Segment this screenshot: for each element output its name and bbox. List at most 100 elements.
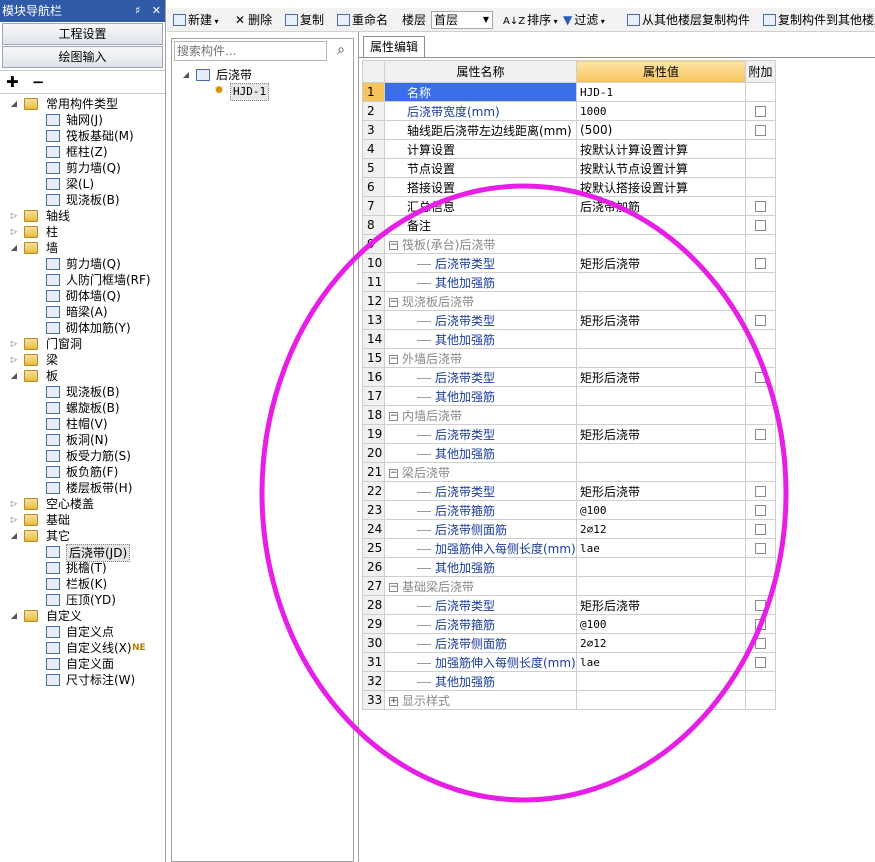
extra-checkbox[interactable] [755,429,766,440]
tree-item[interactable]: 挑檐(T) [0,560,165,576]
tree-item[interactable]: 柱帽(V) [0,416,165,432]
property-row[interactable]: 3 轴线距后浇带左边线距离(mm) (500) [362,120,776,140]
property-value[interactable] [576,557,746,577]
copy-from-floor-button[interactable]: 从其他楼层复制构件 [627,11,750,29]
property-value[interactable]: lae [576,538,746,558]
pin-icon[interactable]: ♯ [135,4,140,17]
property-row[interactable]: 2 后浇带宽度(mm) 1000 [362,101,776,121]
tree-item[interactable]: 人防门框墙(RF) [0,272,165,288]
property-value[interactable] [576,405,746,425]
property-row[interactable]: 19 后浇带类型 矩形后浇带 [362,424,776,444]
property-value[interactable]: 2⌀12 [576,633,746,653]
property-value[interactable]: 矩形后浇带 [576,481,746,501]
property-row[interactable]: 5 节点设置 按默认节点设置计算 [362,158,776,178]
tree-item[interactable]: 现浇板(B) [0,192,165,208]
property-row[interactable]: 28 后浇带类型 矩形后浇带 [362,595,776,615]
filter-button[interactable]: ▼ 过滤 ▾ [563,11,605,29]
property-row[interactable]: 12− 现浇板后浇带 [362,291,776,311]
tree-item[interactable]: 自定义面 [0,656,165,672]
collapse-icon[interactable]: ◢ [182,67,190,83]
copy-to-floor-button[interactable]: 复制构件到其他楼层 [763,11,875,29]
extra-cell[interactable] [745,519,776,539]
collapse-icon[interactable]: − [389,582,398,592]
tree-folder[interactable]: ▷ 门窗洞 [0,336,165,352]
property-value[interactable] [576,329,746,349]
collapse-icon[interactable]: ◢ [10,96,18,112]
extra-checkbox[interactable] [755,258,766,269]
expand-icon[interactable]: ▷ [10,336,18,352]
extra-cell[interactable] [745,367,776,387]
property-row[interactable]: 24 后浇带侧面筋 2⌀12 [362,519,776,539]
property-value[interactable]: lae [576,652,746,672]
property-value[interactable] [576,291,746,311]
component-item[interactable]: ✹ HJD-1 [172,83,353,101]
tree-item[interactable]: 后浇带(JD) [0,544,165,562]
property-row[interactable]: 31 加强筋伸入每侧长度(mm) lae [362,652,776,672]
property-value[interactable]: 1000 [576,101,746,121]
tree-folder[interactable]: ▷ 柱 [0,224,165,240]
extra-checkbox[interactable] [755,372,766,383]
property-value[interactable] [576,348,746,368]
extra-checkbox[interactable] [755,106,766,117]
property-row[interactable]: 20 其他加强筋 [362,443,776,463]
property-row[interactable]: 1 名称 HJD-1 [362,82,776,102]
property-row[interactable]: 26 其他加强筋 [362,557,776,577]
tree-item[interactable]: 现浇板(B) [0,384,165,400]
tree-folder[interactable]: ◢ 板 [0,368,165,384]
tree-item[interactable]: 砌体加筋(Y) [0,320,165,336]
property-value[interactable]: 矩形后浇带 [576,595,746,615]
property-row[interactable]: 9− 筏板(承台)后浇带 [362,234,776,254]
tree-item[interactable]: 框柱(Z) [0,144,165,160]
property-row[interactable]: 15− 外墙后浇带 [362,348,776,368]
extra-cell[interactable] [745,652,776,672]
search-icon[interactable]: ⌕ [331,42,351,60]
property-row[interactable]: 33 + 显示样式 [362,690,776,710]
extra-checkbox[interactable] [755,486,766,497]
floor-select[interactable]: 首层 ▼ [431,11,493,29]
tree-item[interactable]: 轴网(J) [0,112,165,128]
extra-checkbox[interactable] [755,524,766,535]
property-value[interactable]: 后浇带加筋 [576,196,746,216]
extra-checkbox[interactable] [755,600,766,611]
tree-item[interactable]: 筏板基础(M) [0,128,165,144]
property-value[interactable]: HJD-1 [576,82,746,102]
property-value[interactable]: @100 [576,614,746,634]
property-row[interactable]: 10 后浇带类型 矩形后浇带 [362,253,776,273]
property-value[interactable]: 按默认搭接设置计算 [576,177,746,197]
collapse-icon[interactable]: − [389,297,398,307]
extra-checkbox[interactable] [755,638,766,649]
extra-checkbox[interactable] [755,505,766,516]
property-value[interactable] [576,443,746,463]
drawing-input-button[interactable]: 绘图输入 [2,46,163,68]
tree-folder[interactable]: ▷ 轴线 [0,208,165,224]
component-group[interactable]: ◢ 后浇带 [172,67,353,83]
collapse-icon[interactable]: ◢ [10,608,18,624]
property-row[interactable]: 23 后浇带箍筋 @100 [362,500,776,520]
property-value[interactable]: 按默认节点设置计算 [576,158,746,178]
property-row[interactable]: 25 加强筋伸入每侧长度(mm) lae [362,538,776,558]
expand-icon[interactable]: ▷ [10,496,18,512]
tree-item[interactable]: 楼层板带(H) [0,480,165,496]
tree-item[interactable]: 栏板(K) [0,576,165,592]
tree-folder[interactable]: ◢ 其它 [0,528,165,544]
property-row[interactable]: 17 其他加强筋 [362,386,776,406]
property-value[interactable] [576,462,746,482]
property-value[interactable]: 矩形后浇带 [576,310,746,330]
property-value[interactable]: @100 [576,500,746,520]
tab-property-edit[interactable]: 属性编辑 [363,36,425,58]
property-row[interactable]: 6 搭接设置 按默认搭接设置计算 [362,177,776,197]
expand-icon[interactable]: ▷ [10,352,18,368]
copy-button[interactable]: 复制 [285,11,324,29]
property-row[interactable]: 30 后浇带侧面筋 2⌀12 [362,633,776,653]
tree-item[interactable]: 尺寸标注(W) [0,672,165,688]
tree-folder[interactable]: ▷ 空心楼盖 [0,496,165,512]
property-row[interactable]: 29 后浇带箍筋 @100 [362,614,776,634]
property-row[interactable]: 14 其他加强筋 [362,329,776,349]
extra-cell[interactable] [745,500,776,520]
close-icon[interactable]: ✕ [152,4,161,17]
property-value[interactable]: 按默认计算设置计算 [576,139,746,159]
search-input[interactable] [174,41,327,61]
collapse-icon[interactable]: − [389,468,398,478]
extra-cell[interactable] [745,196,776,216]
tree-folder[interactable]: ◢ 自定义 [0,608,165,624]
